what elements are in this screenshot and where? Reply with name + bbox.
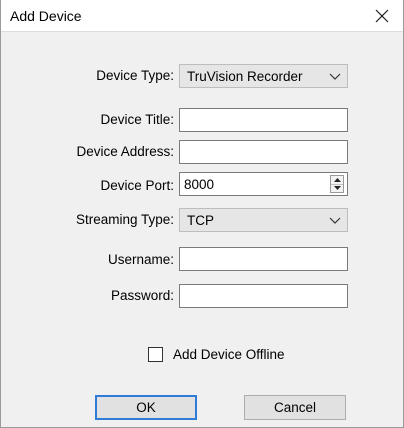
close-button[interactable] xyxy=(361,0,403,31)
triangle-down-icon xyxy=(333,186,341,190)
dialog-title: Add Device xyxy=(10,8,82,24)
streaming-type-value: TCP xyxy=(187,213,214,228)
ok-button[interactable]: OK xyxy=(95,395,197,420)
device-title-label: Device Title: xyxy=(100,112,174,127)
device-type-select[interactable]: TruVision Recorder xyxy=(179,64,348,88)
triangle-up-icon xyxy=(333,178,341,182)
device-port-field[interactable] xyxy=(179,172,348,196)
username-label: Username: xyxy=(107,252,174,267)
chevron-down-icon xyxy=(329,217,341,224)
device-port-label: Device Port: xyxy=(100,178,174,193)
add-offline-checkbox[interactable] xyxy=(148,347,163,362)
title-bar: Add Device xyxy=(1,0,403,32)
spinner-down-button[interactable] xyxy=(331,184,343,192)
streaming-type-select[interactable]: TCP xyxy=(179,208,348,232)
device-port-input[interactable] xyxy=(180,173,347,195)
cancel-button[interactable]: Cancel xyxy=(244,395,346,420)
device-type-label: Device Type: xyxy=(96,68,174,83)
device-title-input[interactable] xyxy=(180,109,347,131)
device-title-field[interactable] xyxy=(179,108,348,132)
password-field[interactable] xyxy=(179,284,348,308)
port-spinner[interactable] xyxy=(330,175,344,193)
add-device-dialog: Add Device Device Type: TruVision Record… xyxy=(0,0,404,428)
username-field[interactable] xyxy=(179,247,348,271)
device-address-field[interactable] xyxy=(179,140,348,164)
password-label: Password: xyxy=(110,288,174,303)
device-address-label: Device Address: xyxy=(76,144,174,159)
device-type-value: TruVision Recorder xyxy=(187,69,303,84)
chevron-down-icon xyxy=(329,73,341,80)
device-address-input[interactable] xyxy=(180,141,347,163)
close-icon xyxy=(375,9,389,22)
streaming-type-label: Streaming Type: xyxy=(75,212,174,227)
password-input[interactable] xyxy=(180,285,347,307)
username-input[interactable] xyxy=(180,248,347,270)
add-offline-label: Add Device Offline xyxy=(173,347,285,362)
